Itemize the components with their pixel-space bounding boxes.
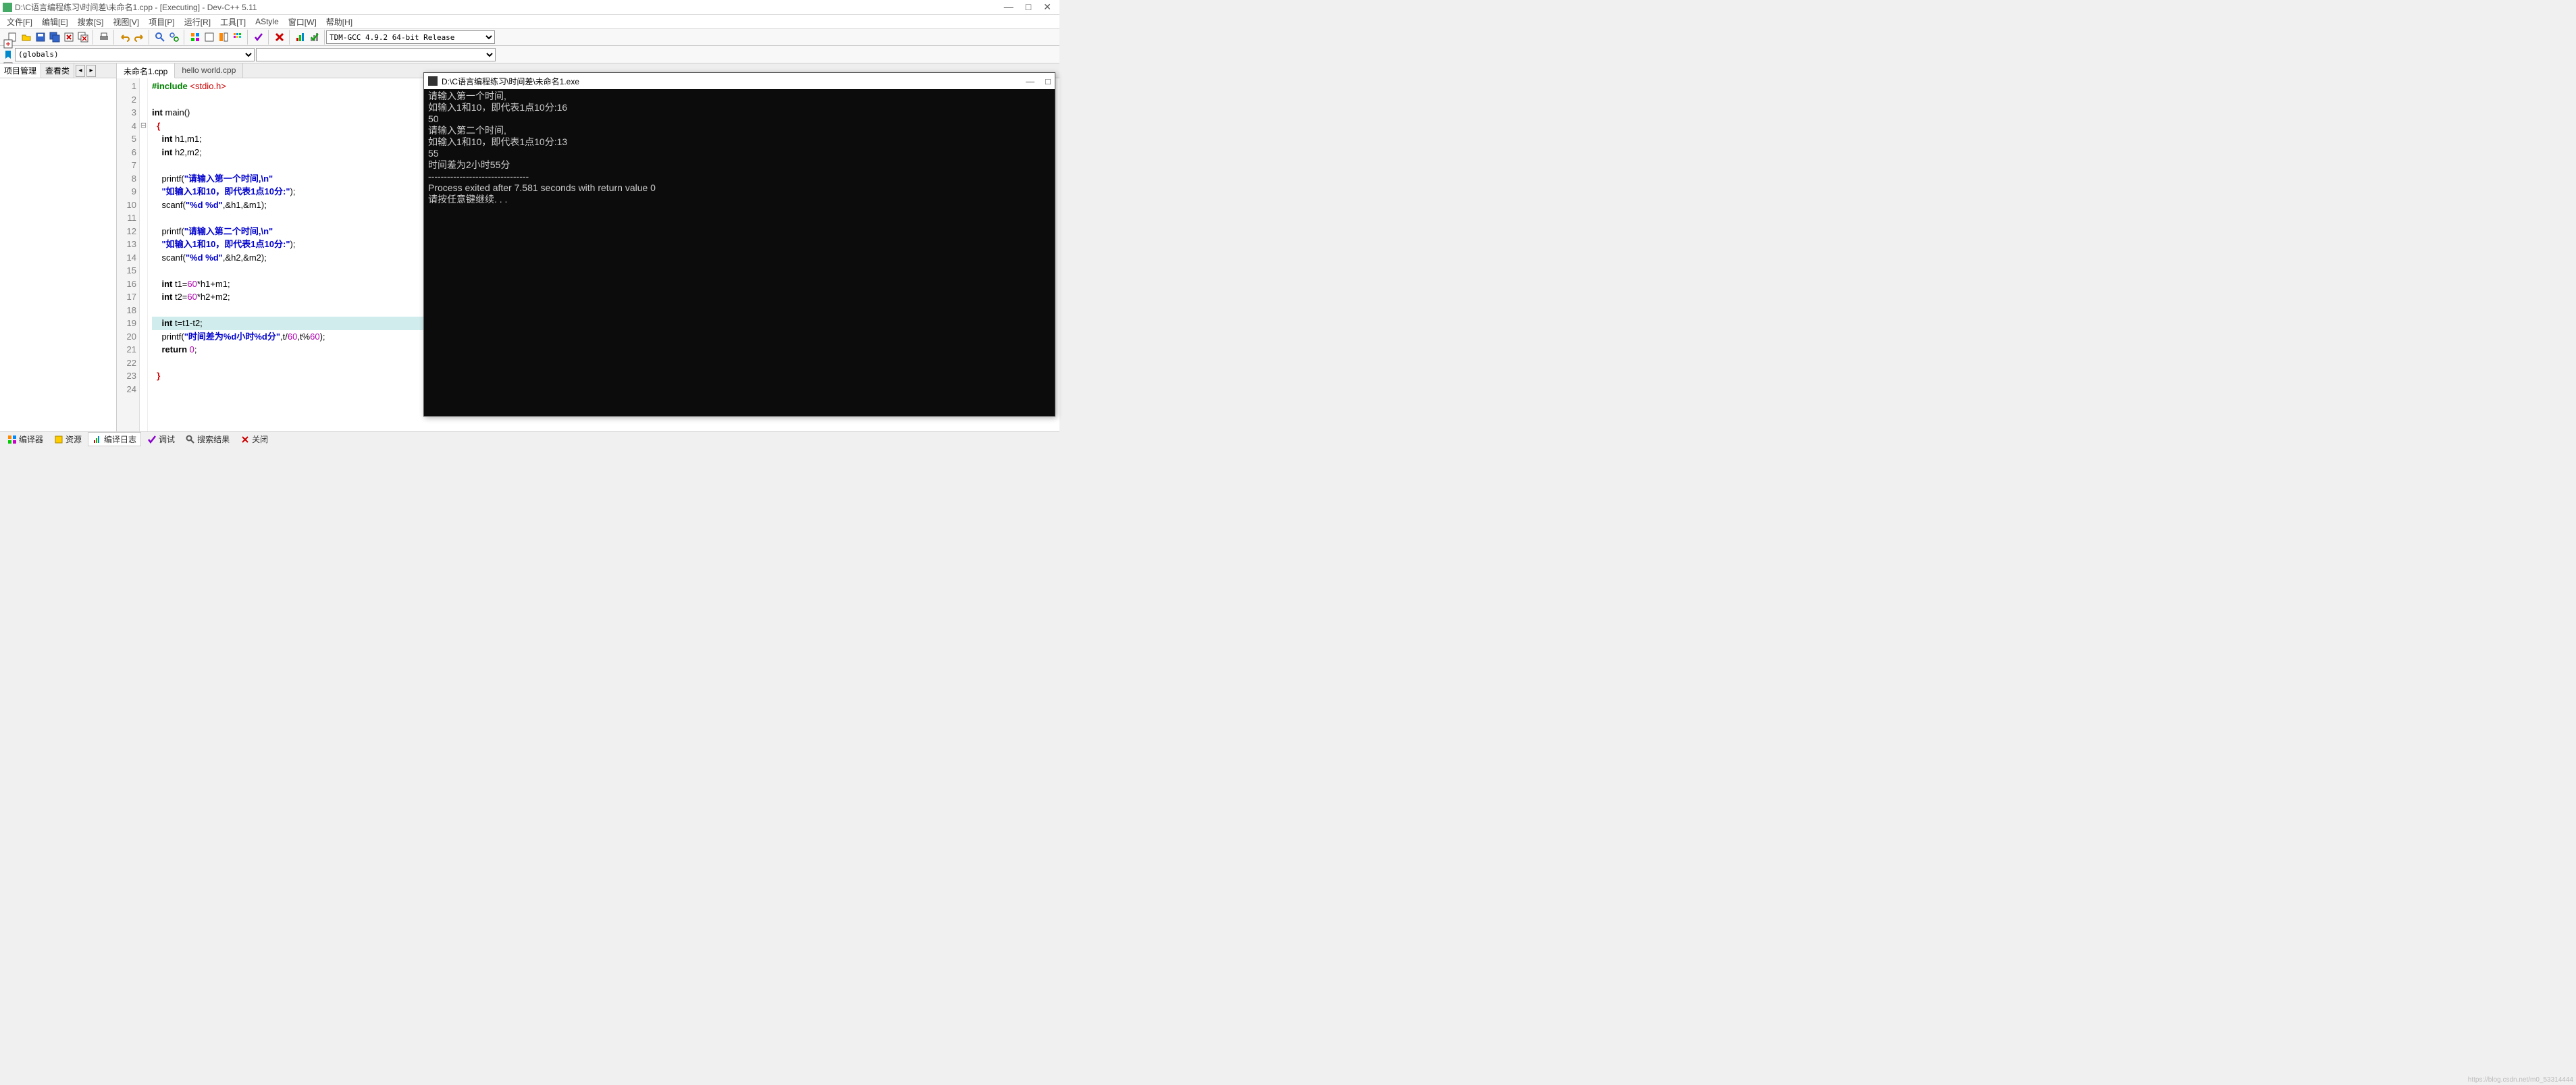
editor-tab[interactable]: 未命名1.cpp (117, 63, 175, 78)
line-number-gutter: 123456789101112131415161718192021222324 (117, 78, 140, 431)
menu-item[interactable]: 运行[R] (180, 16, 215, 28)
redo-button[interactable] (132, 30, 146, 44)
rebuild-button[interactable] (231, 30, 244, 44)
bottom-tab[interactable]: 搜索结果 (181, 432, 234, 446)
menu-item[interactable]: 视图[V] (109, 16, 143, 28)
app-icon (3, 3, 12, 12)
console-title: D:\C语言编程练习\时间差\未命名1.exe (442, 76, 579, 87)
compiler-profile-select[interactable]: TDM-GCC 4.9.2 64-bit Release (326, 30, 495, 44)
console-output: 请输入第一个时间, 如输入1和10，即代表1点10分:16 50 请输入第二个时… (424, 89, 1055, 207)
menu-item[interactable]: 工具[T] (216, 16, 250, 28)
menu-item[interactable]: 窗口[W] (284, 16, 321, 28)
grid-icon (7, 435, 17, 444)
sidebar-panel (0, 78, 116, 431)
check-icon (147, 435, 157, 444)
close-button[interactable]: ✕ (1043, 1, 1051, 13)
bottom-tab[interactable]: 关闭 (236, 432, 273, 446)
close-icon (240, 435, 250, 444)
menu-item[interactable]: AStyle (251, 16, 283, 27)
console-maximize[interactable]: □ (1045, 76, 1051, 86)
editor-area: 未命名1.cpphello world.cpp 1234567891011121… (117, 63, 1059, 431)
sidebar-tab-class[interactable]: 查看类 (41, 63, 74, 78)
member-select[interactable] (256, 48, 496, 61)
minimize-button[interactable]: — (1004, 1, 1014, 13)
menubar: 文件[F]编辑[E]搜索[S]视图[V]项目[P]运行[R]工具[T]AStyl… (0, 15, 1059, 28)
sidebar-nav-right[interactable]: ▸ (86, 65, 96, 77)
bottom-tab[interactable]: 资源 (49, 432, 86, 446)
save-all-button[interactable] (48, 30, 61, 44)
find-button[interactable] (153, 30, 167, 44)
console-window[interactable]: D:\C语言编程练习\时间差\未命名1.exe — □ 请输入第一个时间, 如输… (423, 72, 1055, 417)
profile-button[interactable] (294, 30, 307, 44)
menu-item[interactable]: 项目[P] (144, 16, 179, 28)
main-toolbar: TDM-GCC 4.9.2 64-bit Release (0, 28, 1059, 46)
compile-run-button[interactable] (217, 30, 230, 44)
menu-item[interactable]: 编辑[E] (38, 16, 72, 28)
abort-button[interactable] (273, 30, 286, 44)
window-titlebar: D:\C语言编程练习\时间差\未命名1.cpp - [Executing] - … (0, 0, 1059, 15)
undo-button[interactable] (118, 30, 132, 44)
debug-button[interactable] (308, 30, 321, 44)
bottom-tab[interactable]: 编译器 (3, 432, 48, 446)
maximize-button[interactable]: □ (1026, 1, 1031, 13)
syntax-check-button[interactable] (252, 30, 265, 44)
bottom-tab[interactable]: 编译日志 (88, 432, 141, 446)
menu-item[interactable]: 搜索[S] (74, 16, 108, 28)
search-icon (186, 435, 195, 444)
close-all-button[interactable] (76, 30, 90, 44)
bottom-tab[interactable]: 调试 (142, 432, 180, 446)
watermark: https://blog.csdn.net/m0_53314444 (2468, 1076, 2573, 1084)
print-button[interactable] (97, 30, 111, 44)
run-button[interactable] (203, 30, 216, 44)
sidebar-nav-left[interactable]: ◂ (76, 65, 85, 77)
console-minimize[interactable]: — (1026, 76, 1034, 86)
sidebar-tab-project[interactable]: 项目管理 (0, 63, 41, 78)
bottom-panel-tabs: 编译器资源编译日志调试搜索结果关闭 (0, 431, 1059, 446)
open-file-button[interactable] (20, 30, 33, 44)
window-buttons: — □ ✕ (1004, 1, 1057, 13)
menu-item[interactable]: 文件[F] (3, 16, 36, 28)
scope-select[interactable]: (globals) (15, 48, 255, 61)
window-title: D:\C语言编程练习\时间差\未命名1.cpp - [Executing] - … (15, 1, 1004, 13)
console-titlebar[interactable]: D:\C语言编程练习\时间差\未命名1.exe — □ (424, 73, 1055, 89)
editor-tab[interactable]: hello world.cpp (175, 63, 243, 78)
menu-item[interactable]: 帮助[H] (322, 16, 357, 28)
fold-gutter: ⊟ (140, 78, 148, 431)
replace-button[interactable] (167, 30, 181, 44)
log-icon (93, 435, 102, 444)
bookmark-button[interactable] (3, 49, 14, 60)
compile-button[interactable] (188, 30, 202, 44)
sidebar: 项目管理 查看类 ◂ ▸ (0, 63, 117, 431)
save-button[interactable] (34, 30, 47, 44)
scope-toolbar: (globals) (0, 46, 1059, 63)
res-icon (54, 435, 63, 444)
goto-button[interactable] (3, 38, 14, 49)
console-icon (428, 76, 438, 86)
close-file-button[interactable] (62, 30, 76, 44)
